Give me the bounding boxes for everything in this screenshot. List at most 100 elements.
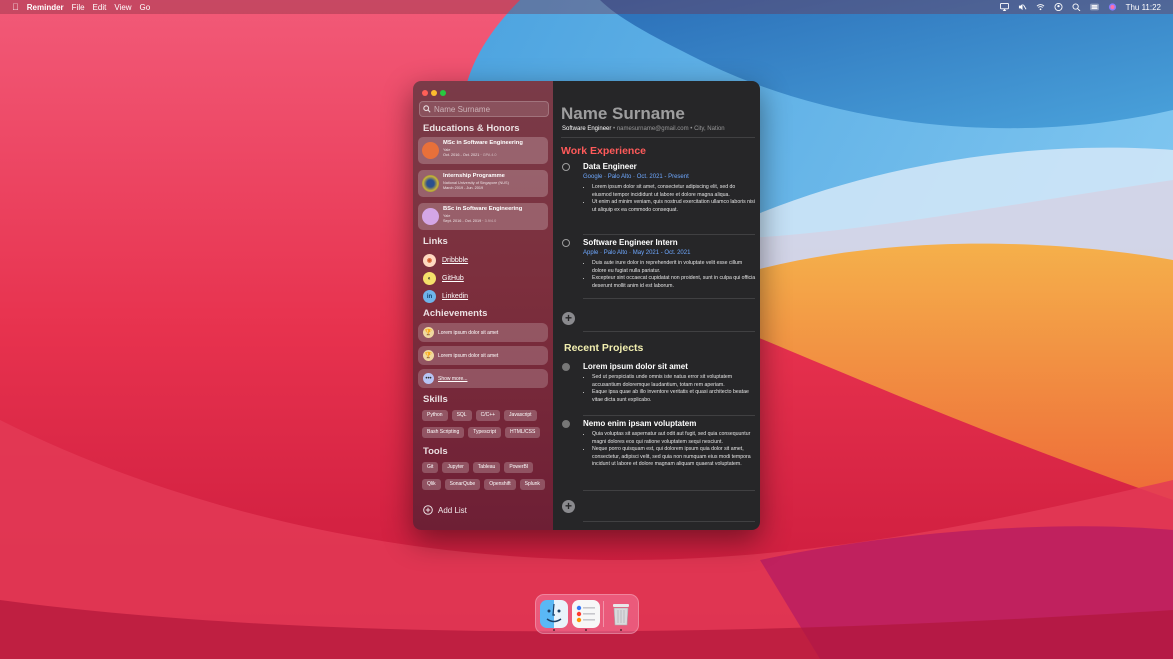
add-list-label: Add List (438, 505, 467, 515)
tool-chip[interactable]: Openshift (484, 479, 516, 490)
work-experience-title: Work Experience (561, 145, 647, 157)
checkbox-circle[interactable] (562, 163, 570, 171)
apple-logo-icon[interactable]:  (12, 2, 19, 12)
link-label[interactable]: Dribbble (442, 257, 468, 264)
link-github[interactable]: ◐ GitHub (423, 272, 464, 285)
reminders-icon[interactable] (572, 600, 600, 628)
job-item[interactable]: Data Engineer Google · Palo Alto · Oct. … (562, 162, 758, 232)
email-text: namesurname@gmail.com (616, 126, 689, 132)
checkbox-circle[interactable] (562, 363, 570, 371)
skill-chip[interactable]: Typescript (468, 427, 502, 438)
dock (535, 594, 639, 634)
user-icon[interactable] (1054, 3, 1063, 11)
link-label[interactable]: Linkedin (442, 293, 468, 300)
job-meta: Google · Palo Alto · Oct. 2021 - Present (583, 174, 689, 180)
educations-title: Educations & Honors (423, 123, 520, 134)
education-period-line: Sept. 2016 - Oct. 2019 · 3.9/4.0 (443, 219, 497, 223)
project-item[interactable]: Nemo enim ipsam voluptatem Quia voluptas… (562, 419, 758, 489)
achievement-item[interactable]: 🏆 Lorem ipsum dolor sit amet (418, 323, 548, 342)
location-text: City, Nation (694, 126, 725, 132)
job-item[interactable]: Software Engineer Intern Apple · Palo Al… (562, 238, 758, 298)
skill-chip[interactable]: HTML/CSS (505, 427, 541, 438)
linkedin-icon: in (423, 290, 436, 303)
education-card[interactable]: Internship Programme National University… (418, 170, 548, 197)
tools-row: Qlik SonarQube Openshift Splunk (422, 479, 545, 490)
divider (583, 521, 755, 522)
project-bullet: Neque porro quisquam est, qui dolorem ip… (592, 446, 756, 469)
wifi-icon[interactable] (1036, 3, 1045, 11)
education-card[interactable]: BSc in Software Engineering Yale Sept. 2… (418, 203, 548, 230)
reminder-window: Educations & Honors MSc in Software Engi… (413, 81, 760, 530)
education-school: Yale (443, 148, 451, 152)
trophy-icon: 🏆 (423, 327, 434, 338)
menu-app-name[interactable]: Reminder (27, 3, 64, 12)
divider (561, 137, 755, 138)
role-text: Software Engineer (562, 126, 612, 132)
links-title: Links (423, 236, 448, 247)
recent-projects-title: Recent Projects (564, 342, 644, 354)
divider (583, 298, 755, 299)
siri-icon[interactable] (1108, 3, 1117, 11)
project-bullets: Quia voluptas sit aspernatur aut odit au… (583, 431, 756, 469)
search-input[interactable] (431, 104, 547, 114)
menu-file[interactable]: File (72, 3, 85, 12)
menu-bar:  Reminder File Edit View Go Thu 11:22 (0, 0, 1173, 14)
menu-edit[interactable]: Edit (93, 3, 107, 12)
mute-icon[interactable] (1018, 3, 1027, 11)
add-list-button[interactable]: Add List (423, 505, 467, 515)
finder-icon[interactable] (540, 600, 568, 628)
close-button[interactable] (422, 90, 428, 96)
checkbox-circle[interactable] (562, 239, 570, 247)
sidebar: Educations & Honors MSc in Software Engi… (413, 81, 553, 530)
divider (583, 331, 755, 332)
skill-chip[interactable]: C/C++ (475, 410, 501, 421)
job-meta: Apple · Palo Alto · May 2021 - Oct. 2021 (583, 250, 691, 256)
zoom-button[interactable] (440, 90, 446, 96)
skill-chip[interactable]: Python (422, 410, 448, 421)
education-gpa: GPA 4.0 (482, 153, 497, 157)
education-title: MSc in Software Engineering (443, 140, 523, 146)
divider (583, 415, 755, 416)
link-linkedin[interactable]: in Linkedin (423, 290, 468, 303)
project-item[interactable]: Lorem ipsum dolor sit amet Sed ut perspi… (562, 362, 758, 414)
link-dribbble[interactable]: ◉ Dribbble (423, 254, 468, 267)
project-bullets: Sed ut perspiciatis unde omnis iste natu… (583, 374, 756, 404)
show-more-button[interactable]: ••• Show more... (418, 369, 548, 388)
github-icon: ◐ (423, 272, 436, 285)
education-period: Sept. 2016 - Oct. 2019 (443, 219, 482, 223)
tool-chip[interactable]: SonarQube (444, 479, 481, 490)
running-indicator (620, 629, 622, 631)
link-label[interactable]: GitHub (442, 275, 464, 282)
minimize-button[interactable] (431, 90, 437, 96)
checkbox-circle[interactable] (562, 420, 570, 428)
tool-chip[interactable]: Jupyter (442, 462, 469, 473)
trash-icon[interactable] (607, 600, 635, 628)
airplay-icon[interactable] (999, 3, 1009, 11)
job-title: Software Engineer Intern (583, 238, 678, 247)
achievement-label: Lorem ipsum dolor sit amet (438, 352, 499, 359)
skill-chip[interactable]: SQL (451, 410, 472, 421)
search-icon[interactable] (1072, 3, 1081, 11)
education-card[interactable]: MSc in Software Engineering Yale Oct. 20… (418, 137, 548, 164)
job-title: Data Engineer (583, 162, 637, 171)
education-gpa: 3.9/4.0 (484, 219, 497, 223)
skills-row: Python SQL C/C++ Javascript (422, 410, 537, 421)
control-center-icon[interactable] (1089, 3, 1099, 11)
tool-chip[interactable]: Qlik (422, 479, 441, 490)
tool-chip[interactable]: Splunk (519, 479, 545, 490)
menu-go[interactable]: Go (140, 3, 151, 12)
tools-row: Git Jupyter Tableau PowerBI (422, 462, 534, 473)
add-work-button[interactable]: + (562, 312, 575, 325)
tool-chip[interactable]: Tableau (472, 462, 501, 473)
skill-chip[interactable]: Javascript (504, 410, 537, 421)
skill-chip[interactable]: Bash Scripting (422, 427, 465, 438)
running-indicator (553, 629, 555, 631)
tool-chip[interactable]: PowerBI (504, 462, 534, 473)
menu-view[interactable]: View (114, 3, 131, 12)
add-project-button[interactable]: + (562, 500, 575, 513)
running-indicator (585, 629, 587, 631)
menu-clock[interactable]: Thu 11:22 (1126, 3, 1161, 12)
achievement-item[interactable]: 🏆 Lorem ipsum dolor sit amet (418, 346, 548, 365)
tool-chip[interactable]: Git (422, 462, 439, 473)
education-school: Yale (443, 214, 451, 218)
